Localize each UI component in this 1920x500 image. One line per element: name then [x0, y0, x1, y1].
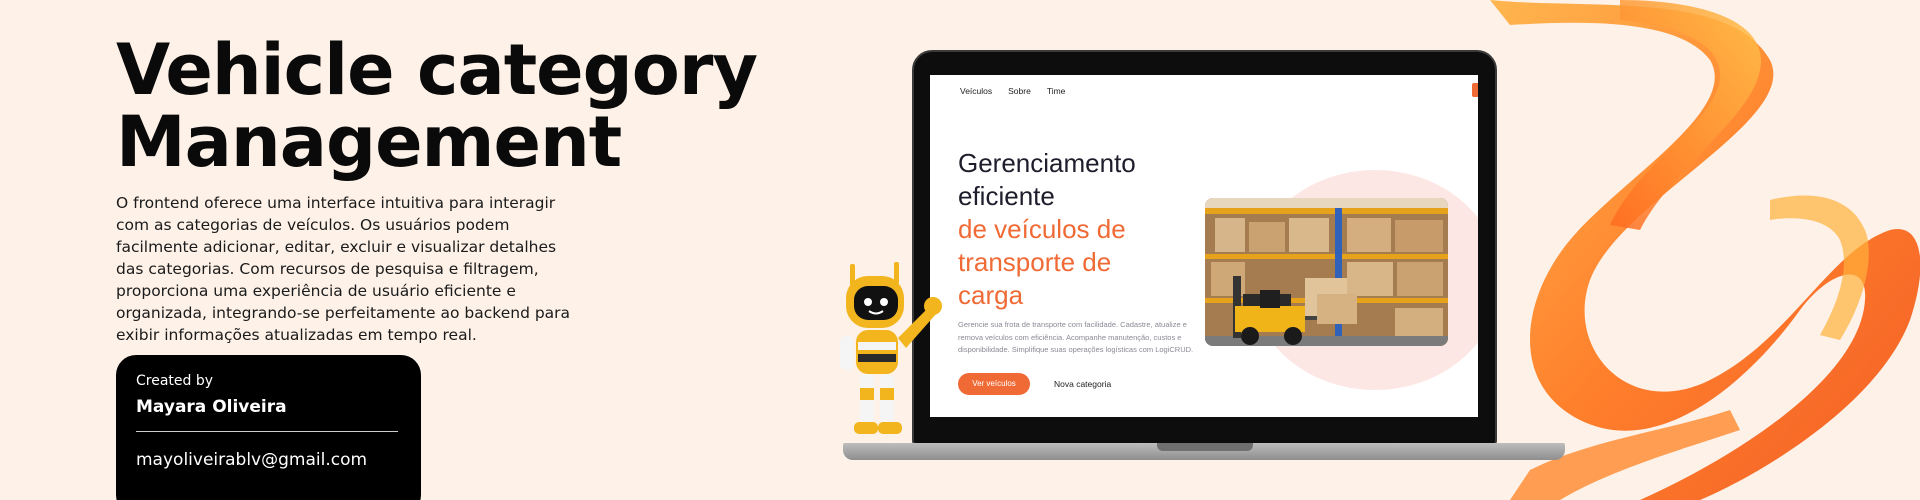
credit-divider [136, 431, 398, 432]
hero-title: Vehicle category Management [116, 34, 816, 178]
screen-description: Gerencie sua frota de transporte com fac… [958, 320, 1194, 354]
screen-title-highlight: eficiente [958, 181, 1055, 211]
laptop-notch [1157, 443, 1253, 451]
screen-hero-title: Gerenciamento eficiente de veículos de t… [958, 147, 1218, 312]
hero-description: O frontend oferece uma interface intuiti… [116, 194, 571, 344]
orange-ribbon-decoration [1490, 0, 1920, 500]
screen-title-line3: de veículos de [958, 214, 1126, 244]
nav-accent-tab[interactable] [1472, 83, 1478, 97]
nav-item-veiculos[interactable]: Veículos [960, 86, 992, 96]
screen-title-line1: Gerenciamento [958, 148, 1136, 178]
screen-title-line4: transporte de [958, 247, 1112, 277]
laptop-screen: Veículos Sobre Time Gerenciamento eficie… [930, 75, 1478, 417]
new-category-link[interactable]: Nova categoria [1054, 373, 1111, 395]
credit-label: Created by [136, 373, 214, 389]
hero-title-line1: Vehicle category [116, 29, 758, 111]
screen-title-line5: carga [958, 280, 1024, 310]
author-email[interactable]: mayoliveirablv@gmail.com [136, 450, 401, 470]
hero-title-line2: Management [116, 101, 622, 183]
robot-mascot-icon [840, 262, 942, 434]
screen-nav: Veículos Sobre Time [960, 86, 1065, 96]
author-name: Mayara Oliveira [136, 397, 287, 417]
warehouse-forklift-image [1205, 198, 1448, 346]
credit-card: Created by Mayara Oliveira mayoliveirabl… [116, 355, 421, 500]
nav-item-sobre[interactable]: Sobre [1008, 86, 1031, 96]
view-vehicles-button[interactable]: Ver veículos [958, 373, 1030, 395]
nav-item-time[interactable]: Time [1047, 86, 1066, 96]
